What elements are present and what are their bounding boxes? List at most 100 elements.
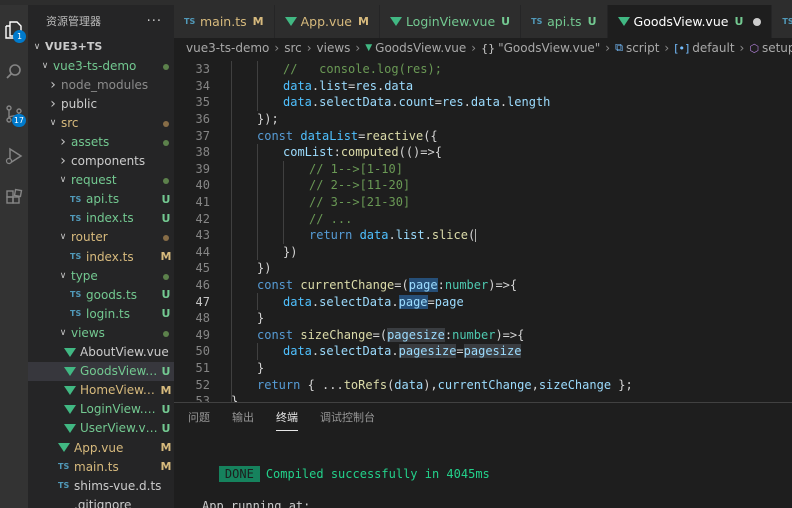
file-row[interactable]: App.vue M [28,438,174,457]
folder-row[interactable]: › components [28,152,174,171]
code-token: =( [372,327,388,342]
code-line[interactable]: 41 // 3-->[21-30] [174,193,792,211]
code-line[interactable]: 52 return { ...toRefs(data),currentChange… [174,376,792,393]
chevron-down-icon: ∨ [59,232,67,243]
tab-goodsview-vue[interactable]: GoodsView.vue U [607,5,773,38]
chevron-right-icon: › [739,41,745,55]
folder-row[interactable]: › assets [28,132,174,151]
breadcrumb-item[interactable]: script [626,41,659,55]
file-row[interactable]: TS goods.ts U [28,285,174,304]
panel-tab[interactable]: 输出 [232,403,254,431]
tab-api-ts[interactable]: TS api.ts U [521,5,608,38]
code-line[interactable]: 53} [174,393,792,402]
code-token: = [456,344,464,359]
file-row[interactable]: HomeView.... M [28,381,174,400]
tab-goo[interactable]: TSgoo [772,5,792,38]
folder-row[interactable]: › public [28,94,174,113]
unsaved-dot-icon[interactable] [753,17,762,26]
file-row[interactable]: UserView.vue U [28,419,174,438]
panel-tab[interactable]: 终端 [276,403,298,431]
file-row[interactable]: TS login.ts U [28,304,174,323]
breadcrumb-item[interactable]: vue3-ts-demo [186,41,269,55]
source-control-activity-button[interactable]: 17 [0,99,28,129]
code-line[interactable]: 35 data.selectData.count=res.data.length [174,94,792,111]
breadcrumb-item[interactable]: default [692,41,734,55]
folder-row[interactable]: ∨ type [28,266,174,285]
tab-main-ts[interactable]: TS main.ts M [174,5,275,38]
indent-guide [231,310,232,327]
code-line[interactable]: 49 const sizeChange=(pagesize:number)=>{ [174,326,792,344]
folder-row[interactable]: ∨ src [28,113,174,132]
chevron-right-icon: › [274,41,280,55]
tab-loginview-vue[interactable]: LoginView.vue U [379,5,522,38]
file-row[interactable]: TS index.ts U [28,209,174,228]
code-token: const [257,128,301,143]
explorer-activity-button[interactable]: 1 [0,15,28,45]
file-row[interactable]: .gitignore [28,495,174,508]
code-line[interactable]: 39 // 1-->[1-10] [174,160,792,178]
folder-row[interactable]: › node_modules [28,75,174,94]
breadcrumb-item[interactable]: views [317,41,351,55]
code-token: }) [257,261,272,276]
code-line[interactable]: 38 comList:computed(()=>{ [174,144,792,161]
code-line[interactable]: 40 // 2-->[11-20] [174,177,792,194]
panel-tab[interactable]: 问题 [188,403,210,431]
code-line[interactable]: 44}) [174,243,792,261]
indent-guide [231,193,232,211]
code-token: = [427,294,435,309]
search-activity-button[interactable] [0,57,28,87]
code-line[interactable]: 36}); [174,110,792,128]
tab-app-vue[interactable]: App.vue M [274,5,380,38]
code-line[interactable]: 48} [174,310,792,327]
code-line[interactable]: 50 data.selectData.pagesize=pagesize [174,343,792,360]
folder-row[interactable]: ∨ router [28,228,174,247]
code-token: . [391,344,399,359]
run-debug-activity-button[interactable] [0,141,28,171]
method-icon: ⬡ [749,41,759,55]
line-number: 37 [195,128,210,143]
code-line[interactable]: 46 const currentChange=(page:number)=>{ [174,276,792,294]
code-token: pagesize [387,327,445,342]
breadcrumb-item[interactable]: GoodsView.vue [375,41,466,55]
file-row[interactable]: TS shims-vue.d.ts [28,476,174,495]
git-status-badge: M [160,383,172,397]
folder-row[interactable]: ∨ request [28,171,174,190]
breadcrumb-item[interactable]: src [284,41,302,55]
breadcrumb-item[interactable]: setup [762,41,792,55]
code-line[interactable]: 47 data.selectData.page=page [174,293,792,310]
folder-row[interactable]: ∨ views [28,323,174,342]
code-token: // ... [309,211,353,226]
code-line[interactable]: 43 return data.list.slice( [174,227,792,244]
folder-row[interactable]: ∨ vue3-ts-demo [28,56,174,75]
code-token: pagesize [463,344,522,359]
folder-row[interactable]: ∨ VUE3+TS [28,37,174,56]
file-row[interactable]: TS main.ts M [28,457,174,476]
code-line[interactable]: 51} [174,359,792,377]
chevron-right-icon: › [60,153,66,170]
line-number: 46 [195,278,210,293]
chevron-right-icon: › [306,41,312,55]
breadcrumb-item[interactable]: "GoodsView.vue" [498,41,600,55]
file-row[interactable]: TS index.ts M [28,247,174,266]
code-token: sizeChange [300,327,373,342]
file-row[interactable]: AboutView.vue [28,343,174,362]
code-token: dataList [300,128,359,143]
chevron-down-icon: ∨ [59,270,67,281]
code-line[interactable]: 34 data.list=res.data [174,77,792,95]
code-line[interactable]: 42 // ... [174,210,792,227]
extensions-activity-button[interactable] [0,183,28,213]
code-line[interactable]: 33 // console.log(res); [174,61,792,78]
panel-tab[interactable]: 调试控制台 [320,403,375,431]
code-line[interactable]: 45}) [174,260,792,277]
code-token: list [319,78,349,93]
tree-item-label: type [71,268,98,283]
tree-item-label: AboutView.vue [80,345,169,360]
more-actions-icon[interactable]: ··· [147,14,162,29]
typescript-file-icon: TS [70,290,82,300]
indent-guide [231,77,232,95]
file-row[interactable]: LoginView.vue U [28,400,174,419]
file-row[interactable]: TS api.ts U [28,190,174,209]
code-editor[interactable]: 33// console.log(res); 34 data.list=res.da… [174,58,792,402]
file-row[interactable]: GoodsView.... U [28,361,174,381]
code-line[interactable]: 37 const dataList=reactive({ [174,127,792,144]
